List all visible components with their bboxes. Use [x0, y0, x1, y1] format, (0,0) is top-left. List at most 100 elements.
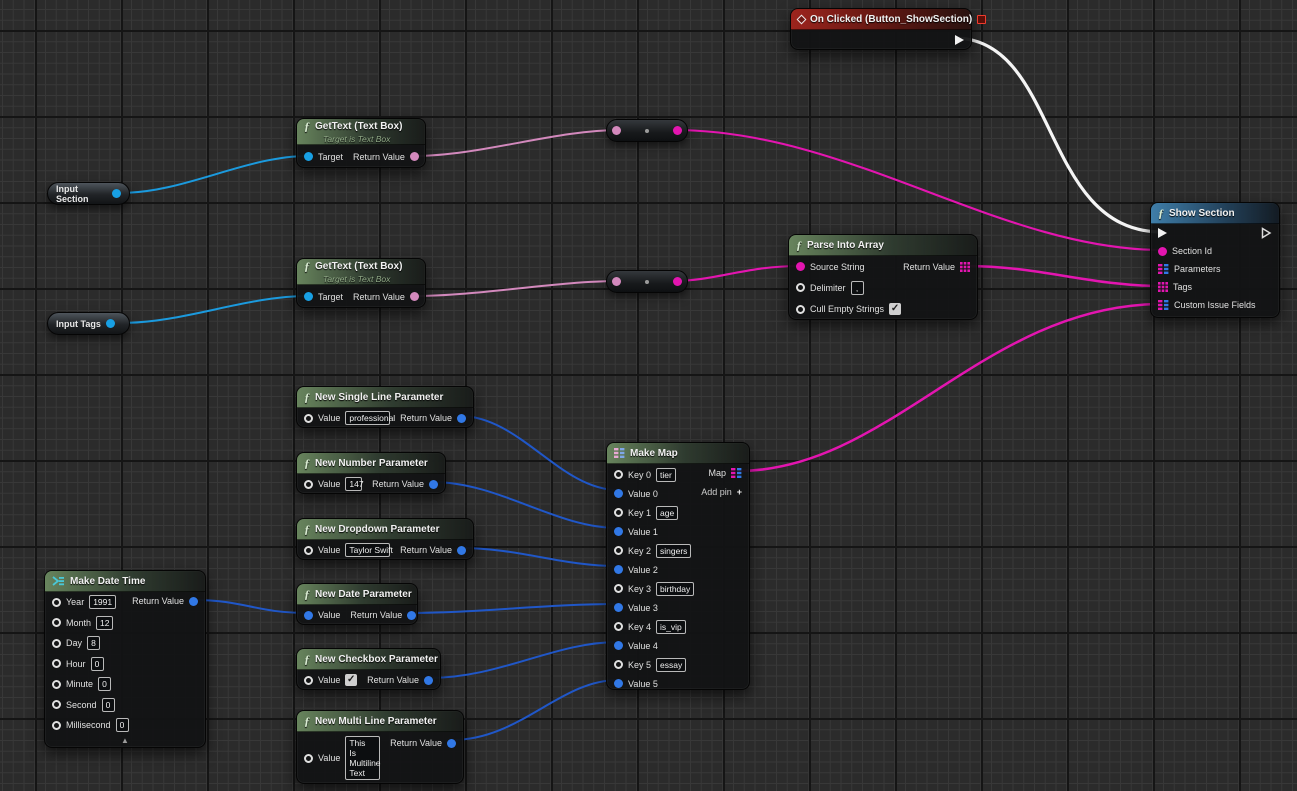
- month-input-pin[interactable]: [52, 618, 61, 627]
- node-new-checkbox-parameter[interactable]: ƒ New Checkbox Parameter Value ✓ Return …: [296, 648, 441, 690]
- conversion-node-text-to-string-1[interactable]: [606, 119, 688, 142]
- object-output-pin[interactable]: [112, 189, 121, 198]
- value-multiline-input[interactable]: This Is Multiline Text: [345, 736, 380, 780]
- node-header[interactable]: ƒ Show Section: [1151, 203, 1279, 224]
- return-value-output-pin[interactable]: [410, 292, 419, 301]
- node-new-date-parameter[interactable]: ƒ New Date Parameter Value Return Value: [296, 583, 418, 625]
- day-input[interactable]: 8: [87, 636, 100, 650]
- value-5-input-pin[interactable]: [614, 679, 623, 688]
- value-2-input-pin[interactable]: [614, 565, 623, 574]
- exec-output-pin[interactable]: [955, 35, 964, 45]
- node-new-single-line-parameter[interactable]: ƒ New Single Line Parameter Value profes…: [296, 386, 474, 428]
- key-1-input[interactable]: age: [656, 506, 678, 520]
- day-input-pin[interactable]: [52, 639, 61, 648]
- return-value-output-pin[interactable]: [457, 414, 466, 423]
- second-input-pin[interactable]: [52, 700, 61, 709]
- return-value-output-pin[interactable]: [189, 597, 198, 606]
- string-output-pin[interactable]: [673, 277, 682, 286]
- node-make-map[interactable]: Make Map Map Add pin + Key 0 tier Value …: [606, 442, 750, 690]
- node-header[interactable]: ƒ New Date Parameter: [297, 584, 417, 605]
- key-4-input[interactable]: is_vip: [656, 620, 686, 634]
- conversion-node-text-to-string-2[interactable]: [606, 270, 688, 293]
- second-input[interactable]: 0: [102, 698, 115, 712]
- value-input-pin[interactable]: [304, 676, 313, 685]
- exec-input-pin[interactable]: [1158, 228, 1167, 238]
- return-value-output-pin[interactable]: [410, 152, 419, 161]
- node-header[interactable]: ƒ GetText (Text Box) Target is Text Box: [297, 119, 425, 145]
- string-array-output-pin[interactable]: [960, 262, 970, 272]
- node-header[interactable]: Make Map: [607, 443, 749, 464]
- key-3-input-pin[interactable]: [614, 584, 623, 593]
- node-show-section[interactable]: ƒ Show Section Section Id Parameters: [1150, 202, 1280, 318]
- key-4-input-pin[interactable]: [614, 622, 623, 631]
- key-0-input[interactable]: tier: [656, 468, 676, 482]
- node-new-number-parameter[interactable]: ƒ New Number Parameter Value 147 Return …: [296, 452, 446, 494]
- value-checkbox[interactable]: ✓: [345, 674, 357, 686]
- node-header[interactable]: ƒ GetText (Text Box) Target is Text Box: [297, 259, 425, 285]
- return-value-output-pin[interactable]: [447, 739, 456, 748]
- node-header[interactable]: ƒ New Multi Line Parameter: [297, 711, 463, 732]
- return-value-output-pin[interactable]: [424, 676, 433, 685]
- minute-input[interactable]: 0: [98, 677, 111, 691]
- node-header[interactable]: ƒ Parse Into Array: [789, 235, 977, 256]
- millisecond-input[interactable]: 0: [116, 718, 129, 732]
- key-1-input-pin[interactable]: [614, 508, 623, 517]
- value-1-input-pin[interactable]: [614, 527, 623, 536]
- exec-output-pin[interactable]: [1261, 227, 1272, 239]
- key-3-input[interactable]: birthday: [656, 582, 694, 596]
- node-header[interactable]: ƒ New Number Parameter: [297, 453, 445, 474]
- section-id-input-pin[interactable]: [1158, 247, 1167, 256]
- source-string-input-pin[interactable]: [796, 262, 805, 271]
- year-input-pin[interactable]: [52, 598, 61, 607]
- year-input[interactable]: 1991: [89, 595, 116, 609]
- node-header[interactable]: ƒ New Single Line Parameter: [297, 387, 473, 408]
- value-number-input[interactable]: 147: [345, 477, 362, 491]
- parameters-map-input-pin[interactable]: [1158, 264, 1169, 274]
- month-input[interactable]: 12: [96, 616, 113, 630]
- hour-input[interactable]: 0: [91, 657, 104, 671]
- add-pin-button[interactable]: Add pin +: [694, 482, 749, 501]
- value-input-pin[interactable]: [304, 480, 313, 489]
- return-value-output-pin[interactable]: [407, 611, 416, 620]
- value-input-pin[interactable]: [304, 546, 313, 555]
- value-0-input-pin[interactable]: [614, 489, 623, 498]
- node-header[interactable]: ƒ New Checkbox Parameter: [297, 649, 440, 670]
- custom-issue-fields-map-input-pin[interactable]: [1158, 300, 1169, 310]
- object-output-pin[interactable]: [106, 319, 115, 328]
- node-new-dropdown-parameter[interactable]: ƒ New Dropdown Parameter Value Taylor Sw…: [296, 518, 474, 560]
- node-on-clicked-event[interactable]: On Clicked (Button_ShowSection): [790, 8, 972, 50]
- node-header[interactable]: ƒ New Dropdown Parameter: [297, 519, 473, 540]
- value-text-input[interactable]: Taylor Swift: [345, 543, 390, 557]
- target-input-pin[interactable]: [304, 152, 313, 161]
- node-new-multi-line-parameter[interactable]: ƒ New Multi Line Parameter Value This Is…: [296, 710, 464, 784]
- variable-node-input-tags[interactable]: Input Tags: [47, 312, 130, 335]
- key-5-input-pin[interactable]: [614, 660, 623, 669]
- node-make-date-time[interactable]: Make Date Time Return Value Year 1991 Mo…: [44, 570, 206, 748]
- tags-array-input-pin[interactable]: [1158, 282, 1168, 292]
- key-0-input-pin[interactable]: [614, 470, 623, 479]
- delimiter-input-pin[interactable]: [796, 283, 805, 292]
- node-parse-into-array[interactable]: ƒ Parse Into Array Source String Return …: [788, 234, 978, 320]
- value-3-input-pin[interactable]: [614, 603, 623, 612]
- cull-empty-strings-input-pin[interactable]: [796, 305, 805, 314]
- key-2-input-pin[interactable]: [614, 546, 623, 555]
- value-4-input-pin[interactable]: [614, 641, 623, 650]
- variable-node-input-section[interactable]: Input Section: [47, 182, 130, 205]
- node-gettext-2[interactable]: ƒ GetText (Text Box) Target is Text Box …: [296, 258, 426, 308]
- collapse-arrow[interactable]: ▲: [45, 736, 205, 748]
- value-input-pin[interactable]: [304, 754, 313, 763]
- node-header[interactable]: On Clicked (Button_ShowSection): [791, 9, 971, 30]
- blueprint-graph-canvas[interactable]: On Clicked (Button_ShowSection) Input Se…: [0, 0, 1297, 791]
- cull-empty-strings-checkbox[interactable]: ✓: [889, 303, 901, 315]
- text-input-pin[interactable]: [612, 126, 621, 135]
- value-input-pin[interactable]: [304, 414, 313, 423]
- millisecond-input-pin[interactable]: [52, 721, 61, 730]
- return-value-output-pin[interactable]: [457, 546, 466, 555]
- value-text-input[interactable]: professional: [345, 411, 390, 425]
- hour-input-pin[interactable]: [52, 659, 61, 668]
- map-output-pin[interactable]: [731, 468, 742, 478]
- text-input-pin[interactable]: [612, 277, 621, 286]
- delimiter-value-input[interactable]: ,: [851, 281, 864, 295]
- key-5-input[interactable]: essay: [656, 658, 686, 672]
- key-2-input[interactable]: singers: [656, 544, 691, 558]
